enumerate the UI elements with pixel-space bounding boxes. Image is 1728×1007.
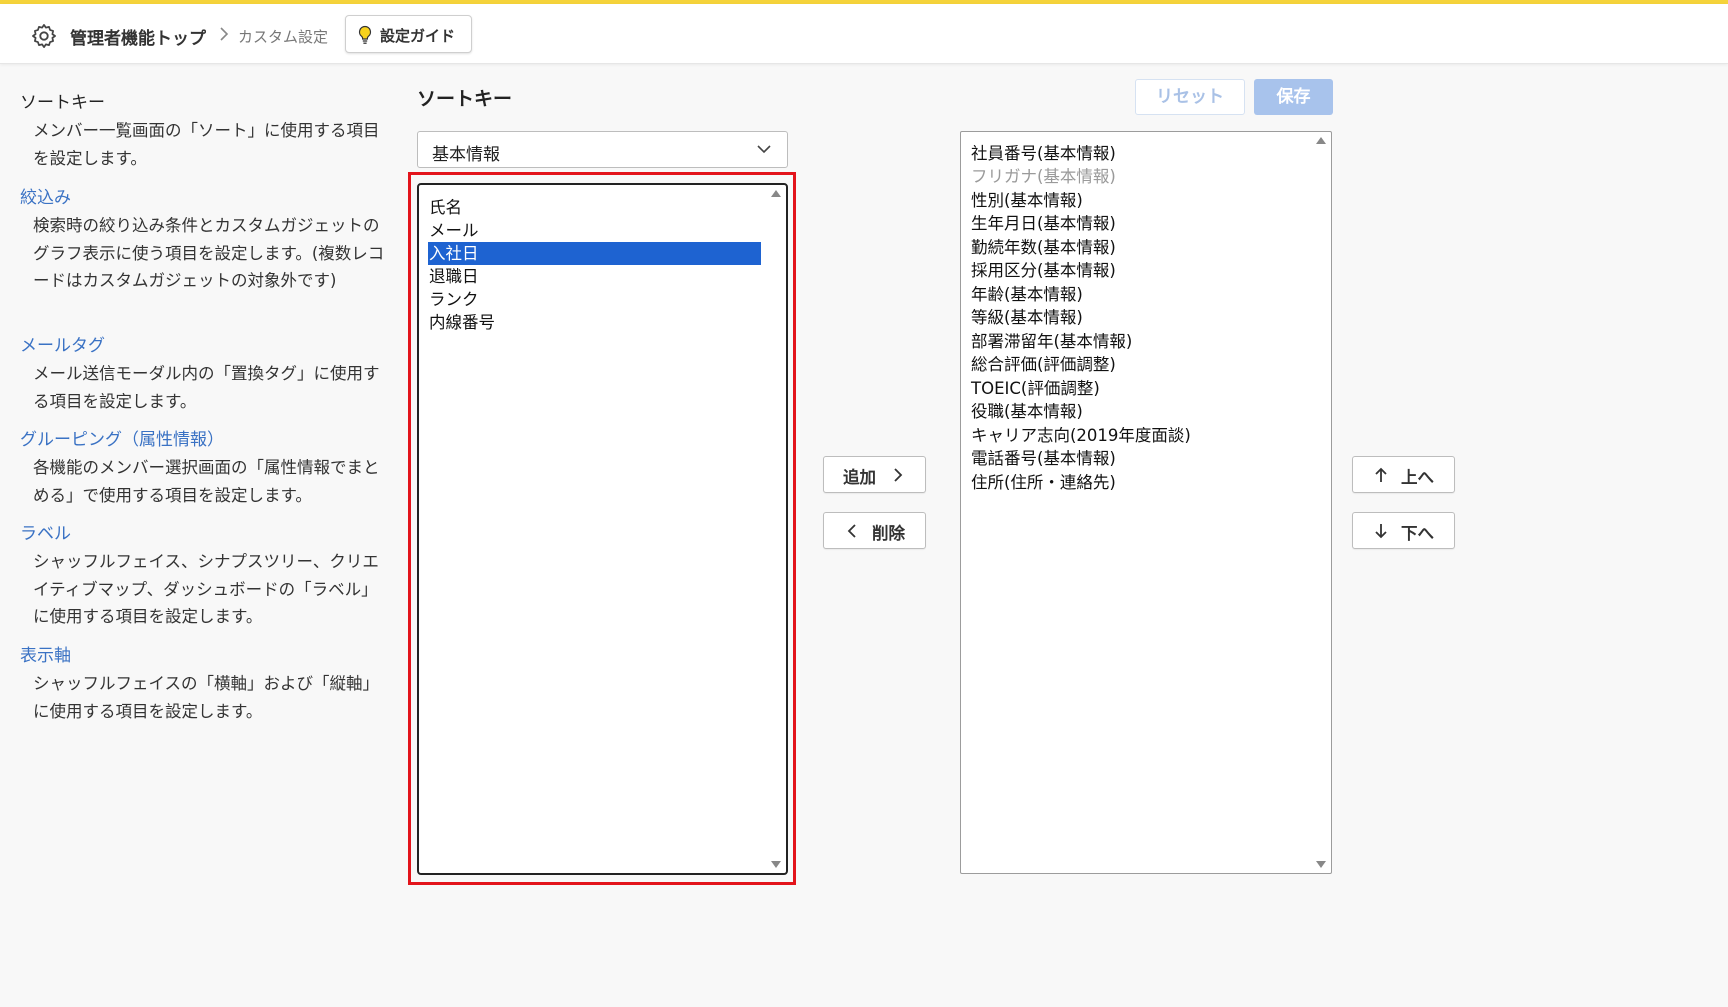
list-item[interactable]: TOEIC(評価調整) [971, 377, 1100, 400]
help-description: シャッフルフェイスの「横軸」および「縦軸」に使用する項目を設定します。 [33, 674, 380, 721]
help-section-label[interactable]: ラベル シャッフルフェイス、シナプスツリー、クリエイティブマップ、ダッシュボード… [20, 522, 385, 631]
remove-button-label: 削除 [872, 524, 905, 543]
list-item[interactable]: 氏名 [428, 196, 761, 219]
help-link[interactable]: ラベル [20, 522, 385, 546]
arrow-down-icon [1375, 524, 1387, 539]
list-item[interactable]: 生年月日(基本情報) [971, 212, 1116, 235]
help-section-grouping[interactable]: グルーピング（属性情報） 各機能のメンバー選択画面の「属性情報でまとめる」で使用… [20, 428, 385, 509]
help-title: ソートキー [20, 93, 105, 113]
arrow-up-icon [1375, 467, 1387, 482]
chevron-right-icon [220, 27, 229, 41]
list-item[interactable]: 住所(住所・連絡先) [971, 471, 1116, 494]
list-item-selected[interactable]: 入社日 [428, 242, 761, 265]
breadcrumb-admin-top[interactable]: 管理者機能トップ [70, 24, 206, 49]
settings-guide-label: 設定ガイド [380, 27, 456, 45]
chevron-down-icon [757, 145, 771, 154]
help-description: シャッフルフェイス、シナプスツリー、クリエイティブマップ、ダッシュボードの「ラベ… [33, 552, 379, 626]
category-select[interactable]: 基本情報 [417, 131, 788, 168]
add-button[interactable]: 追加 [823, 456, 926, 493]
lightbulb-icon [358, 25, 372, 44]
save-button[interactable]: 保存 [1254, 79, 1333, 115]
list-item[interactable]: 退職日 [428, 265, 761, 288]
help-link[interactable]: グルーピング（属性情報） [20, 428, 385, 452]
list-item-disabled[interactable]: フリガナ(基本情報) [971, 165, 1116, 188]
chevron-right-icon [894, 468, 903, 482]
help-link[interactable]: 表示軸 [20, 644, 385, 668]
move-down-button[interactable]: 下へ [1352, 512, 1455, 549]
help-link[interactable]: メールタグ [20, 334, 385, 358]
move-up-button[interactable]: 上へ [1352, 456, 1455, 493]
list-item[interactable]: ランク [428, 288, 761, 311]
help-link[interactable]: 絞込み [20, 186, 385, 210]
list-item[interactable]: 部署滞留年(基本情報) [971, 330, 1132, 353]
help-section-mail-tag[interactable]: メールタグ メール送信モーダル内の「置換タグ」に使用する項目を設定します。 [20, 334, 385, 415]
list-item[interactable]: 勤続年数(基本情報) [971, 236, 1116, 259]
category-select-value: 基本情報 [432, 145, 500, 165]
list-item[interactable]: キャリア志向(2019年度面談) [971, 424, 1191, 447]
list-item[interactable]: メール [428, 219, 761, 242]
list-item[interactable]: 内線番号 [428, 311, 761, 334]
chevron-left-icon [847, 524, 856, 538]
move-up-label: 上へ [1401, 468, 1434, 487]
header-bar: 管理者機能トップ カスタム設定 設定ガイド [0, 4, 1728, 64]
sort-keys-list[interactable]: 社員番号(基本情報) フリガナ(基本情報) 性別(基本情報) 生年月日(基本情報… [960, 131, 1332, 874]
page-title: ソートキー [417, 88, 513, 110]
scroll-down-arrow-icon[interactable] [1315, 860, 1327, 869]
list-item[interactable]: 性別(基本情報) [971, 189, 1083, 212]
list-item[interactable]: 採用区分(基本情報) [971, 259, 1116, 282]
remove-button[interactable]: 削除 [823, 512, 926, 549]
add-button-label: 追加 [843, 468, 876, 487]
help-section-filter[interactable]: 絞込み 検索時の絞り込み条件とカスタムガジェットのグラフ表示に使う項目を設定しま… [20, 186, 385, 295]
scroll-down-arrow-icon[interactable] [770, 860, 782, 869]
reset-button[interactable]: リセット [1135, 79, 1245, 115]
help-description: メンバー一覧画面の「ソート」に使用する項目を設定します。 [33, 121, 380, 168]
list-item[interactable]: 総合評価(評価調整) [971, 353, 1116, 376]
help-description: 各機能のメンバー選択画面の「属性情報でまとめる」で使用する項目を設定します。 [33, 458, 380, 505]
move-down-label: 下へ [1401, 524, 1434, 543]
scroll-up-arrow-icon[interactable] [770, 189, 782, 198]
breadcrumb-current: カスタム設定 [238, 28, 329, 46]
list-item[interactable]: 電話番号(基本情報) [971, 447, 1116, 470]
list-item[interactable]: 役職(基本情報) [971, 400, 1083, 423]
gear-icon[interactable] [30, 22, 58, 50]
help-section-display-axis[interactable]: 表示軸 シャッフルフェイスの「横軸」および「縦軸」に使用する項目を設定します。 [20, 644, 385, 725]
list-item[interactable]: 社員番号(基本情報) [971, 142, 1116, 165]
scroll-up-arrow-icon[interactable] [1315, 136, 1327, 145]
help-section-sort-key: ソートキー メンバー一覧画面の「ソート」に使用する項目を設定します。 [20, 91, 385, 172]
list-item[interactable]: 等級(基本情報) [971, 306, 1083, 329]
list-item[interactable]: 年齢(基本情報) [971, 283, 1083, 306]
help-description: 検索時の絞り込み条件とカスタムガジェットのグラフ表示に使う項目を設定します。(複… [33, 216, 385, 290]
settings-guide-button[interactable]: 設定ガイド [345, 15, 472, 53]
help-description: メール送信モーダル内の「置換タグ」に使用する項目を設定します。 [33, 364, 380, 411]
available-items-list[interactable]: 氏名 メール 入社日 退職日 ランク 内線番号 [417, 183, 788, 875]
